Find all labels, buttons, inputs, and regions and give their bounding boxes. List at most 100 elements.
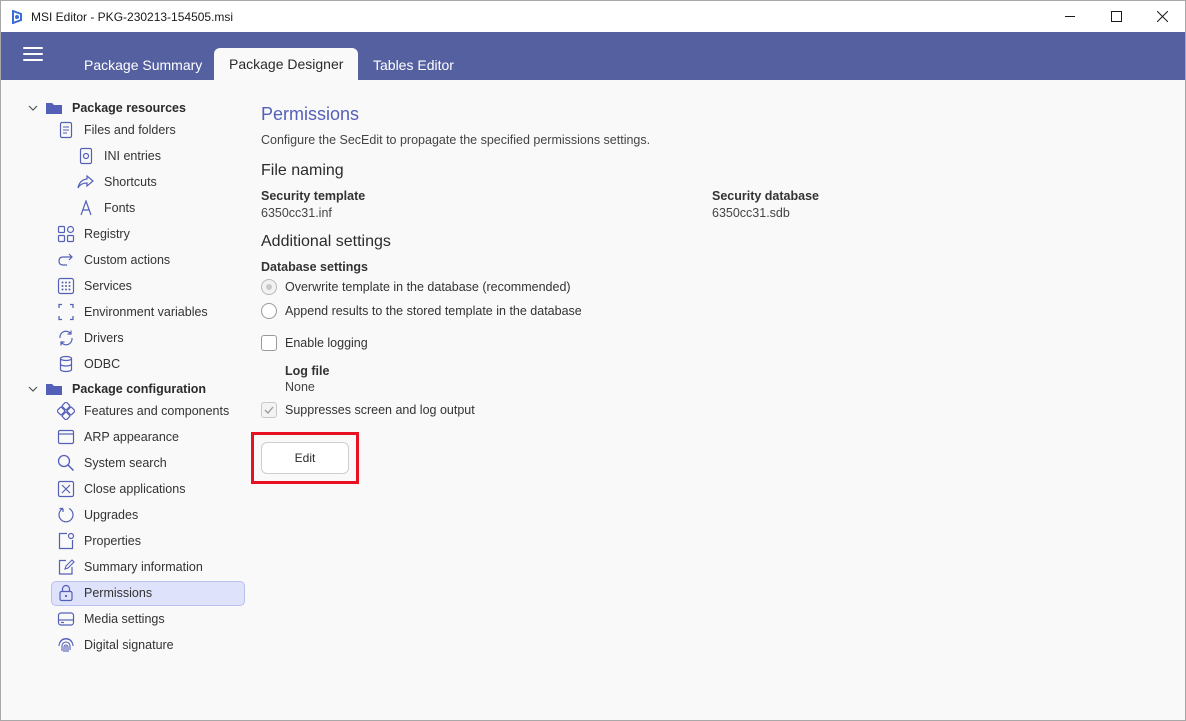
sidebar-item-registry[interactable]: Registry	[57, 222, 130, 246]
sidebar-item-label: ARP appearance	[84, 430, 179, 444]
sidebar-item-features-and-components[interactable]: Features and components	[57, 399, 229, 423]
circle-arrow-icon	[57, 506, 75, 524]
security-template-value: 6350cc31.inf	[261, 206, 332, 220]
checkmark-icon	[264, 406, 274, 414]
tree-group-package-configuration[interactable]: Package configuration	[45, 377, 206, 401]
sidebar-item-ini-entries[interactable]: INI entries	[77, 144, 161, 168]
page-description: Configure the SecEdit to propagate the s…	[261, 133, 651, 147]
lock-icon	[57, 584, 75, 602]
page-title: Permissions	[261, 104, 360, 124]
sidebar-item-label: ODBC	[84, 357, 121, 371]
close-box-icon	[57, 480, 75, 498]
sidebar-item-permissions[interactable]: Permissions	[57, 581, 152, 605]
sidebar-item-label: Media settings	[84, 612, 165, 626]
minimize-icon	[1064, 16, 1075, 17]
security-database-value: 6350cc31.sdb	[712, 206, 790, 220]
enable-logging-checkbox[interactable]	[261, 335, 277, 351]
app-window: MSI Editor - PKG-230213-154505.msi Packa…	[0, 0, 1186, 721]
sidebar-item-properties[interactable]: Properties	[57, 529, 141, 553]
sidebar-tree: Package resources Files and folders INI …	[1, 80, 251, 720]
radio-button[interactable]	[261, 279, 277, 295]
maximize-button[interactable]	[1093, 1, 1139, 32]
sidebar-item-label: Permissions	[84, 586, 153, 600]
title-bar: MSI Editor - PKG-230213-154505.msi	[1, 1, 1185, 32]
components-icon	[57, 402, 75, 420]
radio-button[interactable]	[261, 303, 277, 319]
hamburger-menu-icon[interactable]	[23, 47, 43, 63]
radio-append-results[interactable]: Append results to the stored template in…	[261, 303, 582, 319]
tree-group-package-resources[interactable]: Package resources	[45, 96, 186, 120]
sidebar-item-custom-actions[interactable]: Custom actions	[57, 248, 170, 272]
database-settings-label: Database settings	[261, 260, 368, 274]
database-icon	[57, 355, 75, 373]
tab-bar: Package Summary Package Designer Tables …	[1, 32, 1185, 80]
tree-group-label: Package resources	[72, 101, 186, 115]
sidebar-item-label: System search	[84, 456, 167, 470]
sidebar-item-label: Fonts	[104, 201, 136, 215]
tab-package-summary[interactable]: Package Summary	[69, 49, 217, 80]
chevron-down-icon[interactable]	[27, 383, 39, 395]
sidebar-item-fonts[interactable]: Fonts	[77, 196, 135, 220]
log-file-label: Log file	[285, 364, 330, 378]
fingerprint-icon	[57, 636, 75, 654]
sidebar-item-label: Close applications	[84, 482, 186, 496]
document-icon	[57, 121, 75, 139]
sidebar-item-label: Upgrades	[84, 508, 139, 522]
radio-label: Append results to the stored template in…	[285, 304, 582, 318]
properties-icon	[57, 532, 75, 550]
registry-icon	[57, 225, 75, 243]
suppress-output-checkbox[interactable]	[261, 402, 277, 418]
sidebar-item-label: Digital signature	[84, 638, 174, 652]
sidebar-item-label: Shortcuts	[104, 175, 157, 189]
sidebar-item-label: Custom actions	[84, 253, 171, 267]
sidebar-item-system-search[interactable]: System search	[57, 451, 167, 475]
sidebar-item-services[interactable]: Services	[57, 274, 132, 298]
window-controls	[1047, 1, 1185, 32]
checkbox-label: Suppresses screen and log output	[285, 403, 475, 417]
minimize-button[interactable]	[1047, 1, 1093, 32]
sidebar-item-arp-appearance[interactable]: ARP appearance	[57, 425, 179, 449]
sidebar-item-environment-variables[interactable]: Environment variables	[57, 300, 208, 324]
folder-icon	[45, 99, 63, 117]
additional-settings-heading: Additional settings	[261, 233, 391, 250]
sidebar-item-upgrades[interactable]: Upgrades	[57, 503, 138, 527]
close-button[interactable]	[1139, 1, 1185, 32]
sidebar-item-media-settings[interactable]: Media settings	[57, 607, 165, 631]
sidebar-item-label: Services	[84, 279, 132, 293]
close-icon	[1156, 11, 1168, 22]
sidebar-item-close-applications[interactable]: Close applications	[57, 477, 185, 501]
sidebar-item-label: Environment variables	[84, 305, 208, 319]
sidebar-item-files-and-folders[interactable]: Files and folders	[57, 118, 176, 142]
window-icon	[57, 428, 75, 446]
radio-label: Overwrite template in the database (reco…	[285, 280, 571, 294]
brackets-icon	[57, 303, 75, 321]
redo-arrow-icon	[57, 251, 75, 269]
radio-overwrite-template[interactable]: Overwrite template in the database (reco…	[261, 279, 571, 295]
chevron-down-icon[interactable]	[27, 102, 39, 114]
maximize-icon	[1110, 11, 1122, 22]
sidebar-item-digital-signature[interactable]: Digital signature	[57, 633, 174, 657]
share-arrow-icon	[77, 173, 95, 191]
sync-icon	[57, 329, 75, 347]
sidebar-item-label: Properties	[84, 534, 141, 548]
enable-logging-checkbox-row[interactable]: Enable logging	[261, 335, 368, 351]
sidebar-item-label: Registry	[84, 227, 130, 241]
security-database-label: Security database	[712, 189, 819, 203]
ini-file-icon	[77, 147, 95, 165]
tab-tables-editor[interactable]: Tables Editor	[358, 49, 469, 80]
sidebar-item-drivers[interactable]: Drivers	[57, 326, 124, 350]
sidebar-item-odbc[interactable]: ODBC	[57, 352, 120, 376]
tab-package-designer[interactable]: Package Designer	[214, 48, 359, 80]
sidebar-item-label: Files and folders	[84, 123, 176, 137]
log-file-value: None	[285, 380, 315, 394]
app-logo-icon	[10, 9, 24, 24]
folder-icon	[45, 380, 63, 398]
grid-dots-icon	[57, 277, 75, 295]
file-naming-heading: File naming	[261, 162, 344, 179]
search-icon	[57, 454, 75, 472]
sidebar-item-shortcuts[interactable]: Shortcuts	[77, 170, 157, 194]
sidebar-item-label: INI entries	[104, 149, 161, 163]
suppress-output-checkbox-row[interactable]: Suppresses screen and log output	[261, 402, 475, 418]
sidebar-item-summary-information[interactable]: Summary information	[57, 555, 203, 579]
window-title: MSI Editor - PKG-230213-154505.msi	[31, 9, 234, 24]
